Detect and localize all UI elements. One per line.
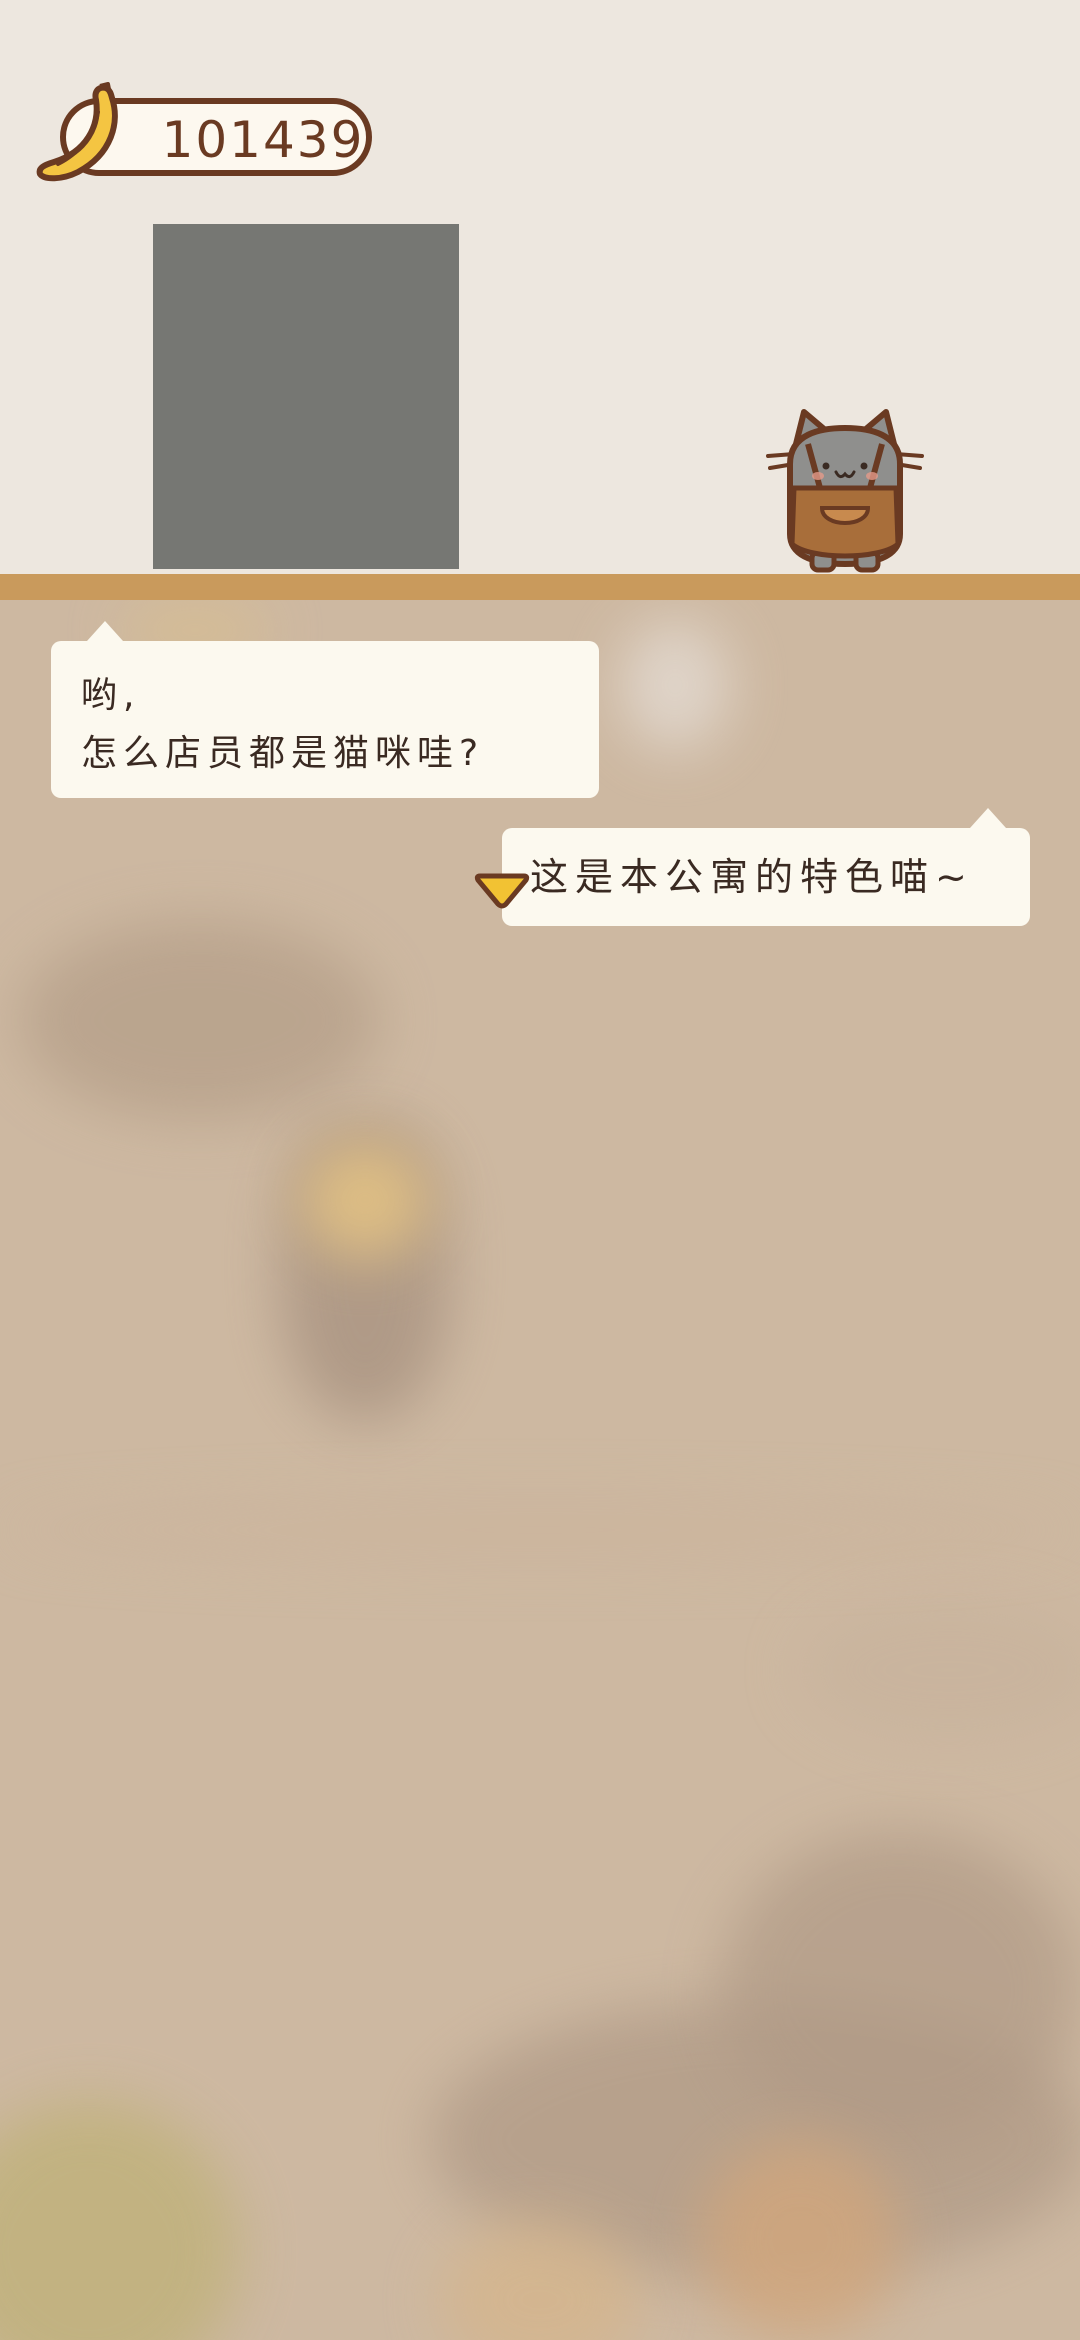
blurred-shape: [700, 2140, 900, 2340]
blurred-shape: [300, 1140, 430, 1260]
cat-shopkeeper-icon[interactable]: [760, 404, 930, 576]
blurred-shape: [800, 1600, 1080, 1740]
shop-wall: 101439: [0, 0, 1080, 574]
currency-value: 101439: [161, 111, 365, 169]
counter-edge: [0, 574, 1080, 602]
triangle-down-icon[interactable]: [474, 868, 530, 910]
blurred-shape: [0, 1500, 1080, 1560]
blurred-shape: [720, 1830, 1080, 2150]
guest-speech-bubble[interactable]: 哟, 怎么店员都是猫咪哇?: [51, 621, 599, 798]
dialog-reply: 这是本公寓的特色喵~: [530, 855, 974, 899]
banana-icon: [36, 82, 118, 182]
blurred-shape: [20, 920, 380, 1120]
game-screen[interactable]: 101439 哟, 怎么店员都是猫咪哇? 这是本公寓的特色喵~: [0, 0, 1080, 2340]
shopkeeper-speech-bubble[interactable]: 这是本公寓的特色喵~: [502, 808, 1030, 926]
dialog-line: 哟,: [81, 675, 141, 716]
blank-picture-frame: [153, 224, 459, 569]
dialog-line: 怎么店员都是猫咪哇?: [81, 733, 485, 774]
blurred-shape: [620, 620, 730, 750]
blurred-shape: [0, 2100, 240, 2340]
